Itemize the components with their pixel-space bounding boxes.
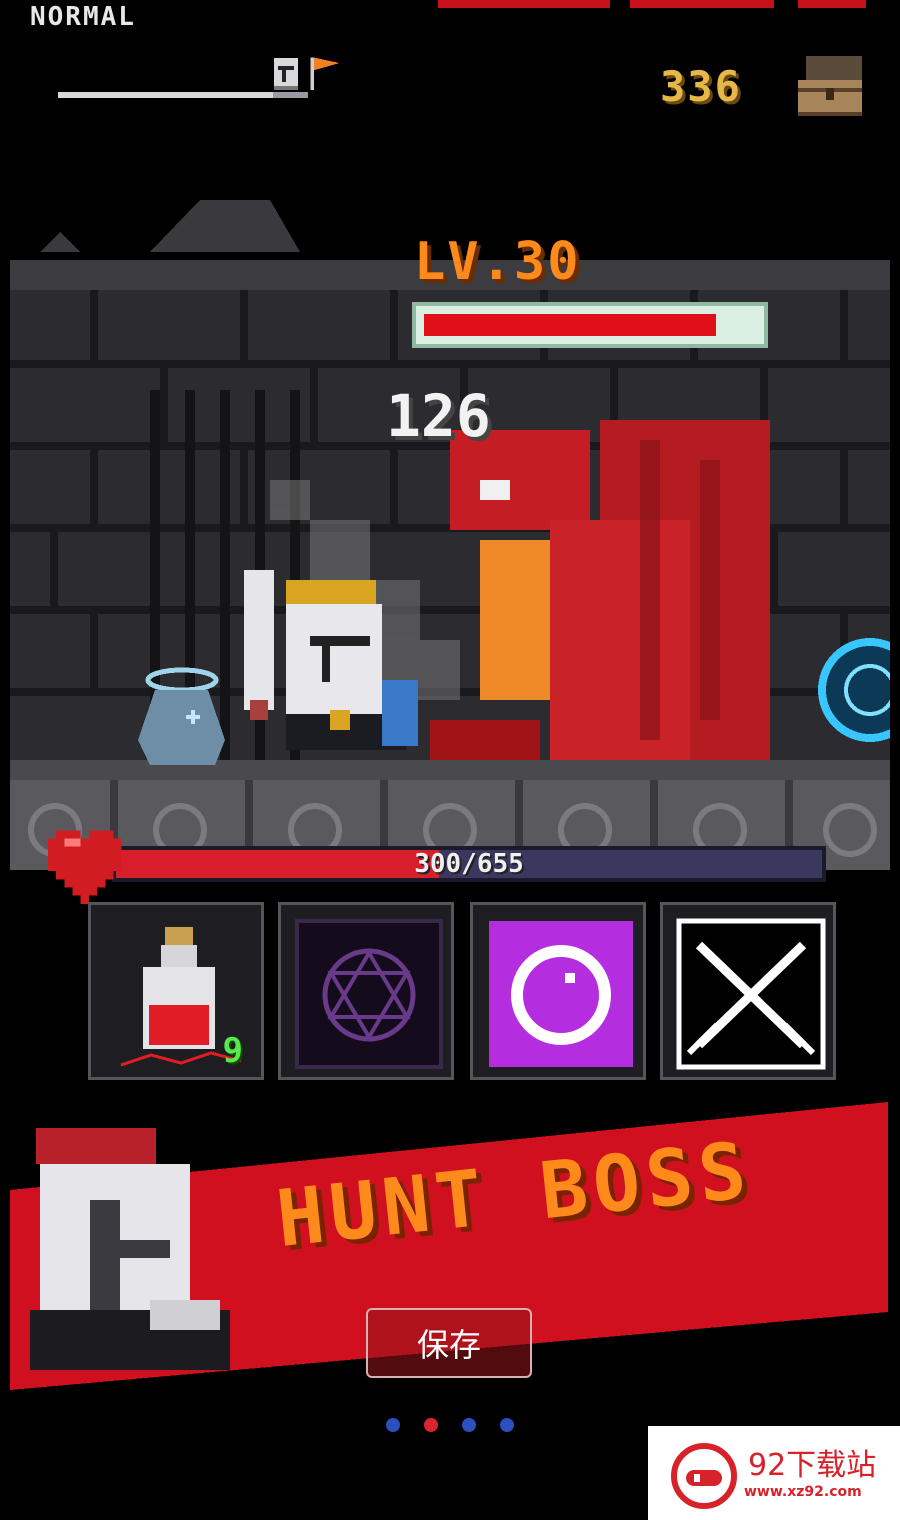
- watermark-url: www.xz92.com: [744, 1484, 862, 1500]
- player-hp-text: 300/655: [414, 849, 524, 879]
- purple-orb-icon: [489, 921, 633, 1067]
- portal-icon: [818, 638, 890, 742]
- boss-hp-bar: [412, 302, 768, 348]
- skill-swords-slot[interactable]: [660, 902, 836, 1080]
- pager-dot[interactable]: [386, 1418, 400, 1432]
- pager-dot[interactable]: [424, 1418, 438, 1432]
- site-watermark: 92下载站 www.xz92.com: [648, 1426, 900, 1520]
- save-button[interactable]: 保存: [366, 1308, 532, 1378]
- player-hp-bar: 300/655: [112, 846, 826, 882]
- dark-rune-icon: [295, 919, 443, 1069]
- skill-dark-rune-slot[interactable]: [278, 902, 454, 1080]
- stage-progress-fill: [58, 92, 273, 98]
- treasure-chest-icon[interactable]: [790, 56, 870, 120]
- pager-dot[interactable]: [462, 1418, 476, 1432]
- boss-level-label: LV.30: [414, 232, 581, 292]
- gold-counter: 336: [660, 62, 742, 111]
- watermark-title: 92下载站: [748, 1448, 877, 1483]
- skill-purple-orb-slot[interactable]: [470, 902, 646, 1080]
- damage-popup: 126: [386, 382, 491, 450]
- top-strip: [438, 0, 610, 8]
- pager-dot[interactable]: [500, 1418, 514, 1432]
- difficulty-label: NORMAL: [30, 2, 136, 32]
- knight-helmet-icon: [274, 58, 298, 90]
- top-strip: [798, 0, 866, 8]
- goal-flag-icon: [310, 57, 340, 90]
- skill-potion-slot[interactable]: 9: [88, 902, 264, 1080]
- gamepad-logo-icon: [671, 1443, 737, 1509]
- heart-icon: [48, 830, 122, 904]
- potion-count: 9: [222, 1031, 243, 1071]
- crossed-swords-icon: [676, 918, 826, 1070]
- top-strip: [630, 0, 774, 8]
- boss-hp-fill: [424, 314, 717, 336]
